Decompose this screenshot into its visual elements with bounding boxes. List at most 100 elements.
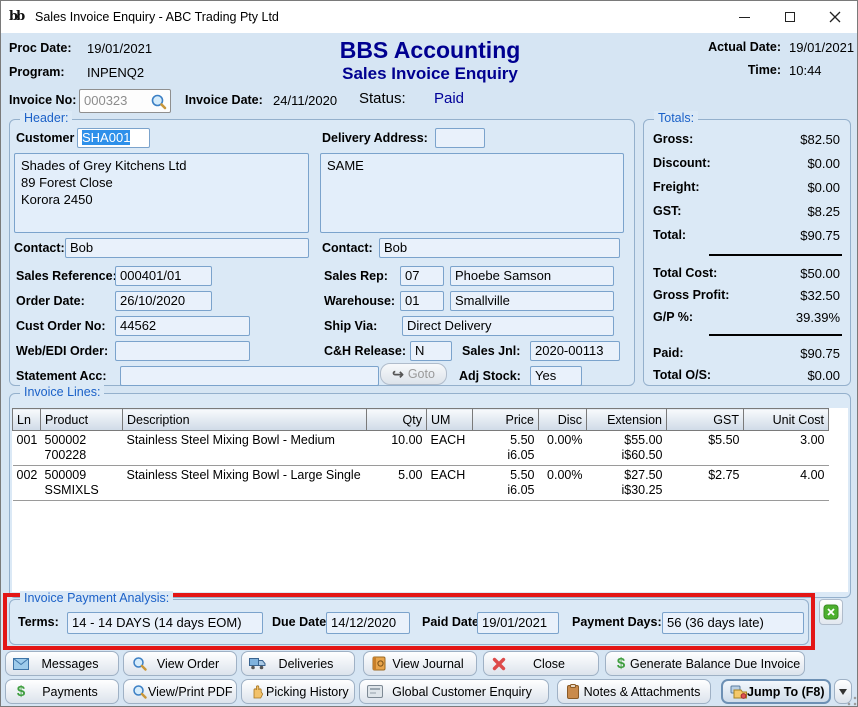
- cell-disc: 0.00%: [539, 431, 587, 466]
- sales-reference-input[interactable]: 000401/01: [115, 266, 212, 286]
- col-unit-cost[interactable]: Unit Cost: [744, 409, 829, 431]
- resize-grip[interactable]: [847, 696, 857, 706]
- window-title: Sales Invoice Enquiry - ABC Trading Pty …: [35, 10, 722, 24]
- notes-attachments-button[interactable]: Notes & Attachments: [557, 679, 711, 704]
- ship-via-label: Ship Via:: [324, 319, 377, 333]
- chevron-down-icon: [839, 689, 847, 695]
- total-label: Total:: [653, 228, 686, 242]
- global-customer-enquiry-button[interactable]: Global Customer Enquiry: [359, 679, 549, 704]
- order-date-label: Order Date:: [16, 294, 85, 308]
- ch-release-input[interactable]: N: [410, 341, 452, 361]
- minimize-button[interactable]: [722, 1, 767, 33]
- totals-separator-2: [709, 334, 842, 336]
- terms-label: Terms:: [18, 615, 59, 629]
- gross-profit-value: $32.50: [800, 288, 840, 303]
- close-invoice-button[interactable]: Close: [483, 651, 599, 676]
- status-value: Paid: [434, 90, 464, 107]
- due-date-input[interactable]: 14/12/2020: [326, 612, 410, 634]
- messages-button[interactable]: Messages: [5, 651, 119, 676]
- col-gst[interactable]: GST: [667, 409, 744, 431]
- total-os-label: Total O/S:: [653, 368, 711, 382]
- sales-rep-label: Sales Rep:: [324, 269, 388, 283]
- cell-price: 5.50i6.05: [473, 466, 539, 501]
- order-date-input[interactable]: 26/10/2020: [115, 291, 212, 311]
- generate-balance-due-invoice-button[interactable]: $ Generate Balance Due Invoice: [605, 651, 805, 676]
- ch-release-label: C&H Release:: [324, 344, 406, 358]
- folders-icon: [729, 685, 747, 699]
- invoice-lines-group: Invoice Lines: Ln Product Description: [9, 393, 851, 598]
- customer-input[interactable]: SHA001: [77, 128, 150, 148]
- statement-acc-input[interactable]: [120, 366, 379, 386]
- status-label: Status:: [359, 90, 406, 107]
- curved-arrow-icon: ↪: [392, 368, 404, 380]
- adj-stock-input[interactable]: Yes: [530, 366, 582, 386]
- terms-input[interactable]: 14 - 14 DAYS (14 days EOM): [67, 612, 263, 634]
- cust-order-no-input[interactable]: 44562: [115, 316, 250, 336]
- delivery-address-box[interactable]: SAME: [320, 153, 624, 233]
- messages-label: Messages: [30, 657, 118, 671]
- totals-group-title: Totals:: [654, 111, 698, 125]
- app-window: bb Sales Invoice Enquiry - ABC Trading P…: [0, 0, 858, 707]
- due-date-label: Due Date:: [272, 615, 330, 629]
- global-customer-enquiry-label: Global Customer Enquiry: [384, 685, 548, 699]
- close-button[interactable]: [812, 1, 857, 33]
- envelope-icon: [12, 658, 30, 670]
- col-ln[interactable]: Ln: [13, 409, 41, 431]
- minimize-icon: [739, 17, 750, 18]
- table-row[interactable]: 002 500009SSMIXLS Stainless Steel Mixing…: [13, 466, 829, 501]
- clipboard-icon: [564, 684, 582, 699]
- sales-rep-name-input[interactable]: Phoebe Samson: [450, 266, 614, 286]
- view-order-button[interactable]: View Order: [123, 651, 237, 676]
- goto-button[interactable]: ↪ Goto: [380, 363, 447, 385]
- discount-value: $0.00: [807, 156, 840, 171]
- hand-icon: [248, 684, 266, 699]
- export-excel-button[interactable]: [819, 599, 843, 625]
- col-disc[interactable]: Disc: [539, 409, 587, 431]
- col-extension[interactable]: Extension: [587, 409, 667, 431]
- deliveries-button[interactable]: Deliveries: [241, 651, 355, 676]
- deliveries-label: Deliveries: [266, 657, 354, 671]
- payment-days-input[interactable]: 56 (36 days late): [662, 612, 804, 634]
- contact-input[interactable]: Bob: [65, 238, 309, 258]
- table-row[interactable]: 001 500002700228 Stainless Steel Mixing …: [13, 431, 829, 466]
- delivery-contact-input[interactable]: Bob: [379, 238, 620, 258]
- sales-rep-code-input[interactable]: 07: [400, 266, 444, 286]
- warehouse-label: Warehouse:: [324, 294, 395, 308]
- warehouse-code-input[interactable]: 01: [400, 291, 444, 311]
- magnifier-icon: [130, 656, 148, 671]
- cell-ln: 002: [13, 466, 41, 501]
- total-value: $90.75: [800, 228, 840, 243]
- invoice-no-label: Invoice No:: [9, 93, 76, 107]
- warehouse-name-input[interactable]: Smallville: [450, 291, 614, 311]
- actual-date-value: 19/01/2021: [789, 40, 851, 55]
- col-qty[interactable]: Qty: [367, 409, 427, 431]
- titlebar: bb Sales Invoice Enquiry - ABC Trading P…: [1, 1, 857, 33]
- search-icon[interactable]: [150, 93, 167, 110]
- jump-to-button[interactable]: Jump To (F8): [721, 679, 831, 704]
- col-description[interactable]: Description: [123, 409, 367, 431]
- web-edi-order-input[interactable]: [115, 341, 250, 361]
- view-journal-button[interactable]: View Journal: [363, 651, 477, 676]
- cell-qty: 10.00: [367, 431, 427, 466]
- ship-via-input[interactable]: Direct Delivery: [402, 316, 614, 336]
- col-product[interactable]: Product: [41, 409, 123, 431]
- payments-label: Payments: [30, 685, 118, 699]
- cell-qty: 5.00: [367, 466, 427, 501]
- magnifier-icon: [130, 684, 148, 699]
- delivery-code-input[interactable]: [435, 128, 485, 148]
- customer-address-box[interactable]: Shades of Grey Kitchens Ltd 89 Forest Cl…: [14, 153, 309, 233]
- col-price[interactable]: Price: [473, 409, 539, 431]
- col-um[interactable]: UM: [427, 409, 473, 431]
- view-print-pdf-button[interactable]: View/Print PDF: [123, 679, 237, 704]
- picking-history-button[interactable]: Picking History: [241, 679, 355, 704]
- paid-date-input[interactable]: 19/01/2021: [477, 612, 559, 634]
- maximize-button[interactable]: [767, 1, 812, 33]
- payments-button[interactable]: $ Payments: [5, 679, 119, 704]
- time-value: 10:44: [789, 63, 851, 78]
- invoice-no-input[interactable]: 000323: [79, 89, 171, 113]
- cust-order-no-label: Cust Order No:: [16, 319, 106, 333]
- cell-product: 500009SSMIXLS: [41, 466, 123, 501]
- cell-unit-cost: 3.00: [744, 431, 829, 466]
- sales-jnl-input[interactable]: 2020-00113: [530, 341, 620, 361]
- gross-label: Gross:: [653, 132, 693, 146]
